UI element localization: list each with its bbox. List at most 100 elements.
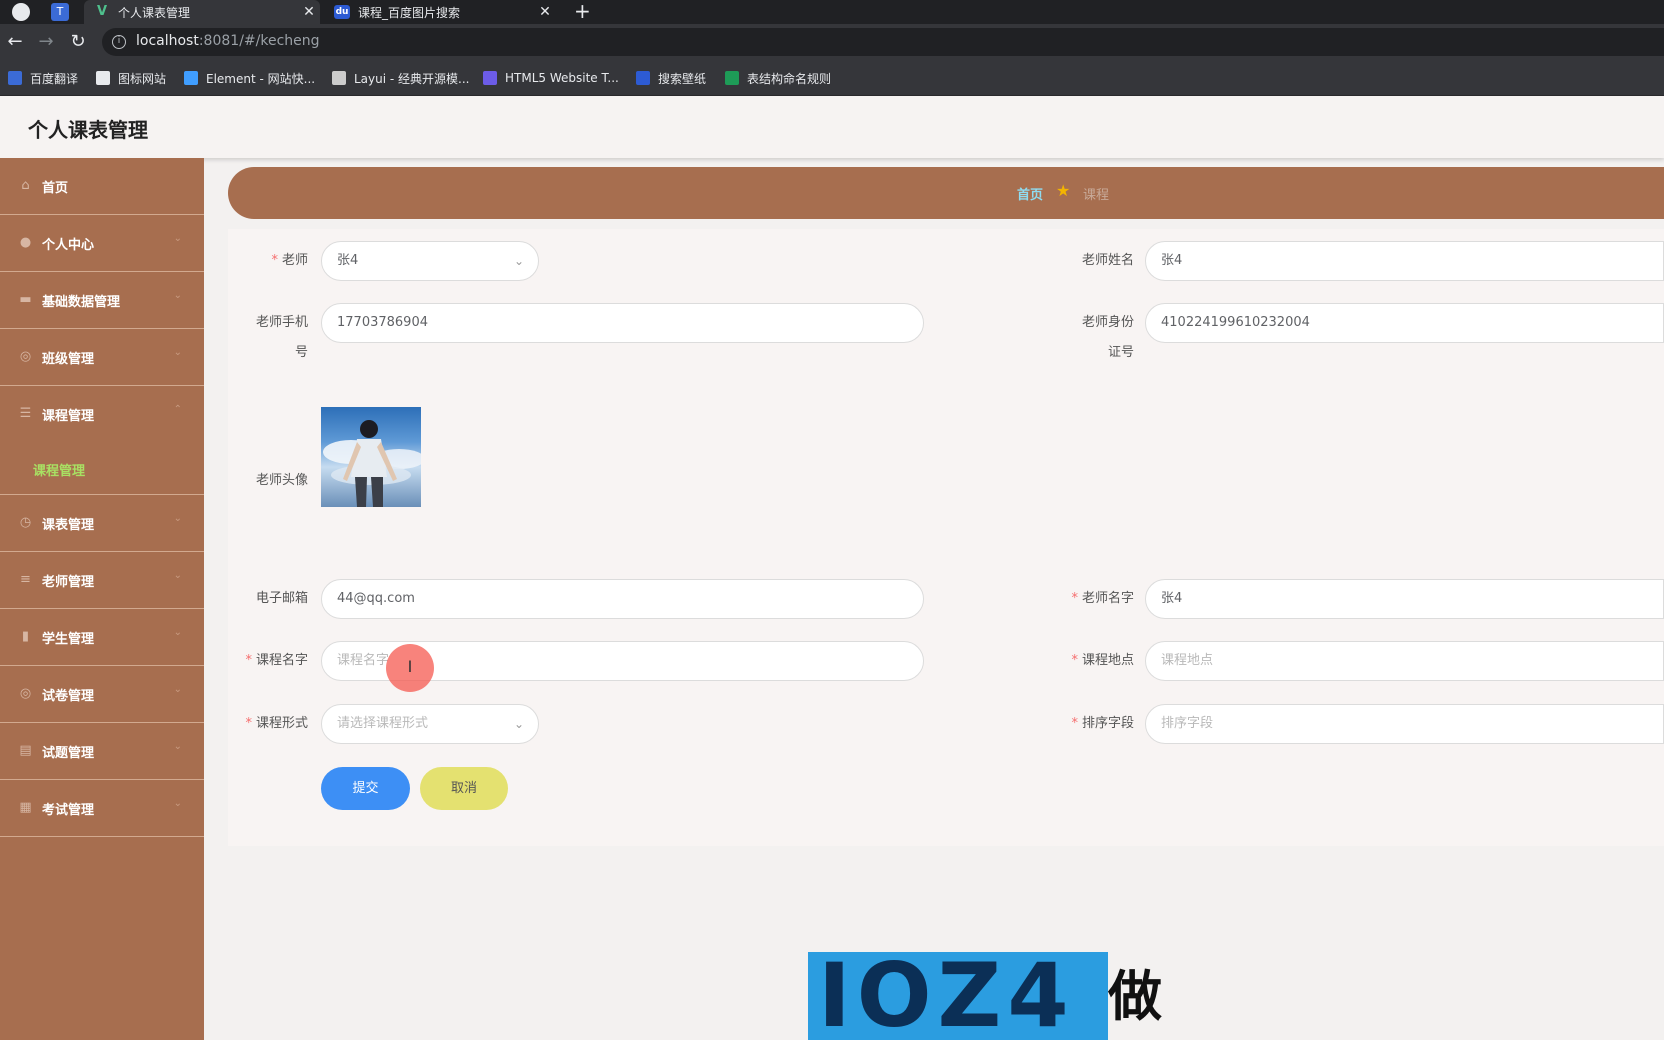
tab-title: 课程_百度图片搜索 — [358, 5, 461, 20]
flag-icon — [96, 71, 110, 85]
tab-baidu-image-search[interactable]: du 课程_百度图片搜索 ✕ — [324, 0, 556, 24]
grid-icon: ▦ — [19, 800, 32, 815]
course-place-input[interactable]: 课程地点 — [1145, 641, 1664, 681]
translate-icon — [8, 71, 22, 85]
close-icon[interactable]: ✕ — [298, 4, 320, 20]
bookmark-item[interactable]: 搜索壁纸 — [636, 70, 706, 86]
vue-icon: V — [96, 4, 108, 19]
star-icon: ★ — [1056, 181, 1071, 200]
bookmarks-bar: 百度翻译 图标网站 Element - 网站快... Layui - 经典开源模… — [0, 60, 1664, 96]
course-name-label: * 课程名字 — [245, 653, 308, 668]
sheet-icon — [725, 71, 739, 85]
sidebar-item-student[interactable]: ▮ 学生管理 ⌄ — [0, 609, 204, 666]
sidebar-item-home[interactable]: ⌂ 首页 — [0, 158, 204, 215]
watermark-logo: IOZ4 — [808, 952, 1108, 1040]
cancel-button[interactable]: 取消 — [420, 767, 508, 810]
teacher-phone-label: 老师手机号 — [255, 315, 308, 360]
sort-field-input[interactable]: 排序字段 — [1145, 704, 1664, 744]
teacher-id-field[interactable]: 410224199610232004 — [1145, 303, 1664, 343]
reload-icon[interactable]: ↻ — [68, 32, 88, 52]
teacher-name-field[interactable]: 张4 — [1145, 241, 1664, 281]
html5-icon — [483, 71, 497, 85]
info-icon[interactable]: i — [112, 35, 126, 49]
bookmark-item[interactable]: 百度翻译 — [8, 70, 78, 86]
browser-app-icon[interactable] — [12, 3, 30, 21]
cursor-highlight: I — [386, 644, 434, 692]
menu-icon: ≡ — [20, 572, 31, 587]
wallpaper-icon — [636, 71, 650, 85]
browser-tab-bar: T V 个人课表管理 ✕ du 课程_百度图片搜索 ✕ + — [0, 0, 1664, 24]
bookmark-item[interactable]: 图标网站 — [96, 70, 166, 86]
teacher-label: * 老师 — [271, 253, 308, 268]
sidebar-item-exam-paper[interactable]: ◎ 试卷管理 ⌄ — [0, 666, 204, 723]
breadcrumb-current: 课程 — [1083, 188, 1110, 203]
list-icon: ☰ — [19, 406, 32, 421]
url-input[interactable]: i localhost:8081/#/kecheng — [102, 28, 1664, 56]
chevron-down-icon: ⌄ — [513, 717, 524, 731]
chevron-down-icon: ⌄ — [173, 570, 182, 581]
translate-app-icon[interactable]: T — [51, 3, 69, 21]
close-icon[interactable]: ✕ — [534, 4, 556, 20]
sidebar-item-question[interactable]: ▤ 试题管理 ⌄ — [0, 723, 204, 780]
teacher-avatar-image[interactable] — [321, 407, 421, 507]
tab-title: 个人课表管理 — [118, 5, 191, 20]
chevron-up-icon: ⌃ — [173, 404, 182, 415]
watermark-suffix: 做 — [1108, 965, 1162, 1028]
bookmark-item[interactable]: 表结构命名规则 — [725, 70, 831, 86]
teacher-name-label: 老师姓名 — [1081, 253, 1134, 268]
chevron-down-icon: ⌄ — [173, 627, 182, 638]
teacher-name2-label: * 老师名字 — [1071, 591, 1134, 606]
layui-icon — [332, 71, 346, 85]
chevron-down-icon: ⌄ — [173, 290, 182, 301]
forward-arrow-icon[interactable]: → — [36, 32, 56, 52]
email-label: 电子邮箱 — [255, 591, 308, 606]
chevron-down-icon: ⌄ — [173, 347, 182, 358]
app-title: 个人课表管理 — [28, 118, 148, 142]
bar-chart-icon: ▮ — [21, 629, 30, 644]
breadcrumb-home[interactable]: 首页 — [1017, 184, 1043, 203]
home-icon: ⌂ — [21, 178, 30, 193]
bookmark-item[interactable]: Element - 网站快... — [184, 70, 315, 86]
email-field[interactable]: 44@qq.com — [321, 579, 924, 619]
chevron-down-icon: ⌄ — [173, 233, 182, 244]
sidebar-item-class[interactable]: ◎ 班级管理 ⌄ — [0, 329, 204, 386]
bookmark-item[interactable]: Layui - 经典开源模... — [332, 70, 469, 86]
sort-field-label: * 排序字段 — [1071, 716, 1134, 731]
submit-button[interactable]: 提交 — [321, 767, 410, 810]
chevron-down-icon: ⌄ — [173, 684, 182, 695]
user-icon: ● — [19, 235, 32, 250]
chevron-down-icon: ⌄ — [513, 254, 524, 268]
person-illustration — [323, 420, 421, 507]
sidebar-item-course[interactable]: ☰ 课程管理 ⌃ — [0, 386, 204, 443]
course-form-select[interactable]: 请选择课程形式 ⌄ — [321, 704, 539, 744]
chevron-down-icon: ⌄ — [173, 513, 182, 524]
bookmark-item[interactable]: HTML5 Website T... — [483, 70, 619, 86]
back-arrow-icon[interactable]: ← — [5, 32, 25, 52]
address-bar: ← → ↻ i localhost:8081/#/kecheng — [0, 24, 1664, 60]
chevron-down-icon: ⌄ — [173, 798, 182, 809]
submenu-item-course-management[interactable]: 课程管理 — [0, 443, 204, 495]
teacher-avatar-label: 老师头像 — [255, 473, 308, 488]
element-icon — [184, 71, 198, 85]
teacher-name2-field[interactable]: 张4 — [1145, 579, 1664, 619]
course-place-label: * 课程地点 — [1071, 653, 1134, 668]
sidebar-item-exam[interactable]: ▦ 考试管理 ⌄ — [0, 780, 204, 837]
course-form-label: * 课程形式 — [245, 716, 308, 731]
url-text: localhost:8081/#/kecheng — [136, 33, 320, 49]
briefcase-icon: ▤ — [19, 743, 32, 758]
teacher-select[interactable]: 张4 ⌄ — [321, 241, 539, 281]
sidebar-item-base-data[interactable]: ▬ 基础数据管理 ⌄ — [0, 272, 204, 329]
app-header: 个人课表管理 — [0, 96, 1664, 158]
circle-icon: ◎ — [19, 686, 32, 701]
teacher-phone-field[interactable]: 17703786904 — [321, 303, 924, 343]
new-tab-button[interactable]: + — [574, 0, 591, 24]
monitor-icon: ▬ — [19, 292, 32, 307]
tab-personal-schedule[interactable]: V 个人课表管理 ✕ — [84, 0, 320, 24]
baidu-icon: du — [334, 5, 350, 19]
sidebar-item-teacher[interactable]: ≡ 老师管理 ⌄ — [0, 552, 204, 609]
sidebar-item-personal-center[interactable]: ● 个人中心 ⌄ — [0, 215, 204, 272]
sidebar-item-schedule[interactable]: ◷ 课表管理 ⌄ — [0, 495, 204, 552]
clock-icon: ◷ — [19, 515, 32, 530]
sidebar: ⌂ 首页 ● 个人中心 ⌄ ▬ 基础数据管理 ⌄ ◎ 班级管理 ⌄ ☰ 课程管理… — [0, 158, 204, 1040]
circle-icon: ◎ — [19, 349, 32, 364]
